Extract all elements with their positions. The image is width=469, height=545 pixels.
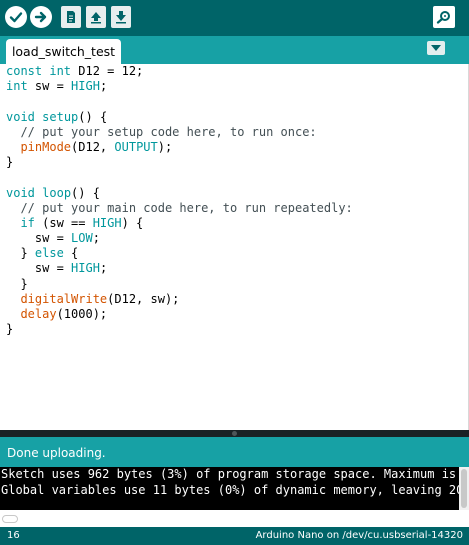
divider-grip-handle[interactable] [232, 431, 237, 436]
code-token: digitalWrite [20, 291, 108, 306]
code-token: void [6, 109, 35, 124]
code-text[interactable]: const int D12 = 12; int sw = HIGH; void s… [6, 64, 353, 337]
code-token: OUTPUT [114, 139, 158, 154]
code-token: // put your main code here, to run repea… [6, 200, 353, 215]
bottom-status-bar: 16 Arduino Nano on /dev/cu.usbserial-143… [0, 527, 469, 545]
arrow-up-icon [91, 12, 101, 24]
code-token: sw = [27, 79, 72, 94]
arrow-down-icon [116, 11, 126, 24]
tab-load-switch-test[interactable]: load_switch_test [6, 39, 121, 64]
code-line[interactable]: // put your setup code here, to run once… [6, 125, 353, 140]
console-vertical-scrollbar[interactable] [459, 467, 469, 510]
code-token: } [6, 155, 14, 170]
code-token: loop [42, 185, 72, 200]
code-token: HIGH [71, 79, 100, 94]
code-line[interactable]: // put your main code here, to run repea… [6, 200, 353, 216]
code-token: (1000); [56, 307, 108, 321]
code-line[interactable]: void loop() { [6, 186, 353, 201]
code-line[interactable] [6, 94, 353, 109]
board-port-label: Arduino Nano on /dev/cu.usbserial-14320 [255, 530, 463, 541]
code-line[interactable]: if (sw == HIGH) { [6, 216, 353, 231]
status-bar: Done uploading. [0, 437, 469, 467]
code-editor[interactable]: const int D12 = 12; int sw = HIGH; void s… [0, 64, 469, 430]
tab-bar: load_switch_test [0, 36, 469, 64]
code-token: ; [92, 231, 100, 246]
line-number: 16 [7, 530, 20, 541]
code-token: setup [42, 109, 79, 124]
code-token: ; [99, 79, 108, 94]
code-line[interactable]: } [6, 322, 353, 337]
code-line[interactable]: void setup() { [6, 110, 353, 125]
code-line[interactable]: } else { [6, 246, 353, 261]
code-token: D12 = 12; [78, 64, 144, 78]
console-line: Global variables use 11 bytes (0%) of dy… [1, 483, 469, 497]
code-token: LOW [71, 231, 93, 246]
toolbar [0, 0, 469, 36]
code-line[interactable]: pinMode(D12, OUTPUT); [6, 140, 353, 155]
code-line[interactable]: const int D12 = 12; [6, 64, 353, 79]
code-token: sw = [6, 231, 72, 246]
code-token: } [6, 322, 14, 337]
code-token: HIGH [92, 215, 122, 230]
code-token: const int [6, 64, 79, 78]
tab-menu-button[interactable] [427, 41, 445, 55]
code-line[interactable]: delay(1000); [6, 307, 353, 322]
code-token: (sw == [34, 215, 93, 230]
code-token: pinMode [20, 139, 72, 154]
code-line[interactable] [6, 170, 353, 185]
code-line[interactable]: digitalWrite(D12, sw); [6, 292, 353, 307]
magnifier-icon [436, 11, 450, 24]
code-token: sw = [6, 261, 72, 276]
save-button[interactable] [111, 6, 131, 28]
code-token: if [20, 215, 35, 230]
open-button[interactable] [86, 6, 106, 28]
code-line[interactable]: sw = HIGH; [6, 261, 353, 276]
status-message: Done uploading. [7, 446, 106, 460]
code-line[interactable]: } [6, 155, 353, 170]
horizontal-scrollbar-thumb[interactable] [2, 515, 18, 523]
arrow-right-icon [34, 11, 47, 23]
code-line[interactable]: sw = LOW; [6, 231, 353, 246]
code-token: int [6, 79, 28, 94]
code-token: delay [20, 307, 57, 321]
console-horizontal-scrollbar[interactable] [0, 510, 469, 527]
output-console[interactable]: Sketch uses 962 bytes (3%) of program st… [0, 467, 469, 510]
tab-label: load_switch_test [11, 44, 116, 59]
code-token: { [63, 246, 79, 261]
code-token: // put your setup code here, to run once… [6, 124, 317, 139]
triangle-down-icon [431, 44, 441, 51]
code-token: ) { [121, 215, 144, 230]
code-token: } [6, 246, 35, 261]
code-token: (D12, [71, 139, 115, 154]
code-token: } [6, 276, 28, 291]
code-token: (D12, sw); [107, 291, 180, 306]
code-token: else [34, 246, 64, 261]
console-line: Sketch uses 962 bytes (3%) of program st… [1, 467, 469, 481]
serial-monitor-button[interactable] [433, 6, 455, 28]
verify-button[interactable] [5, 6, 27, 28]
upload-button[interactable] [30, 6, 52, 28]
code-token: () { [78, 109, 108, 124]
console-scrollbar-thumb[interactable] [461, 469, 467, 508]
code-line[interactable]: } [6, 277, 353, 292]
code-token: () { [71, 185, 100, 200]
code-token: HIGH [71, 261, 100, 276]
new-sketch-button[interactable] [61, 6, 81, 28]
code-token: ); [157, 139, 173, 154]
code-token: void [6, 185, 35, 200]
new-file-icon [67, 11, 75, 23]
code-token: ; [99, 261, 108, 276]
code-line[interactable]: int sw = HIGH; [6, 79, 353, 94]
check-icon [9, 12, 23, 23]
split-divider[interactable] [0, 430, 469, 437]
